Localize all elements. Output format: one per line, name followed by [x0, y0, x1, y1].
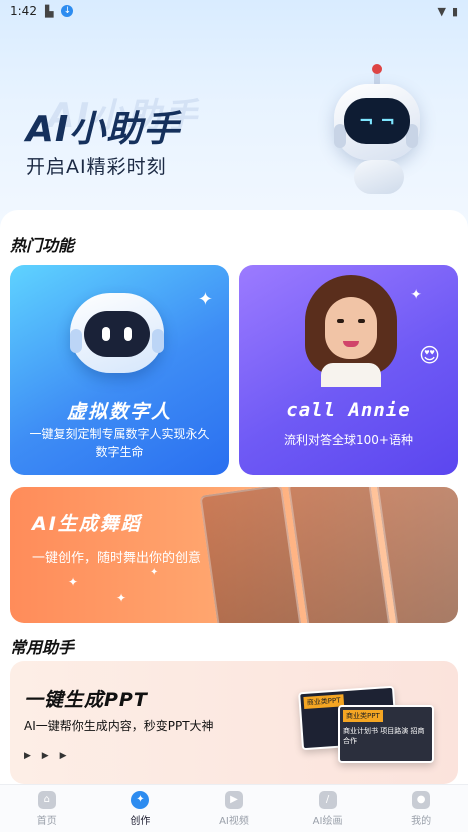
ppt-title: 一键生成PPT [24, 689, 148, 711]
hero-subtitle: 开启AI精彩时刻 [26, 156, 167, 178]
sparkle-icon: ✦ [410, 287, 422, 303]
hot-features-title: 热门功能 [10, 236, 75, 255]
dance-photo [287, 487, 393, 623]
download-icon: ↓ [61, 5, 74, 17]
nav-label: 我的 [411, 815, 432, 827]
video-icon: ▶ [224, 790, 243, 809]
sparkle-icon: ✦ [68, 575, 79, 589]
call-annie-card[interactable]: ✦ 😍 call Annie 流利对答全球100+语种 [239, 265, 458, 475]
robot-eye-left [102, 327, 110, 341]
sparkle-icon: ✦ [116, 591, 127, 605]
wifi-icon: ▼ [437, 4, 446, 18]
nav-label: AI视频 [219, 815, 249, 827]
virtual-human-card[interactable]: ✦ 虚拟数字人 一键复刻定制专属数字人实现永久数字生命 [10, 265, 229, 475]
main-content: 热门功能 ✦ 虚拟数字人 一键复刻定制专属数字人实现永久数字生命 ✦ 😍 cal… [0, 210, 468, 784]
robot-head: ¬ ¬ [334, 84, 420, 160]
annie-eyes [337, 319, 365, 323]
profile-icon: ● [412, 790, 431, 809]
annie-face [325, 297, 377, 359]
ai-dance-card[interactable]: AI生成舞蹈 一键创作，随时舞出你的创意 ✦ ✦ ✦ [10, 487, 458, 623]
play-arrows-icon: ▶ ▶ ▶ [24, 751, 71, 761]
ppt-generator-card[interactable]: 一键生成PPT AI一键帮你生成内容，秒变PPT大神 ▶ ▶ ▶ 商业类PPT … [10, 661, 458, 784]
nav-label: 创作 [130, 815, 151, 827]
battery-icon: ▮ [451, 4, 458, 18]
ai-dance-title: AI生成舞蹈 [32, 513, 142, 535]
mini-robot-ear-left [70, 329, 82, 353]
annie-avatar [305, 275, 397, 387]
dance-photo-strip [199, 487, 458, 623]
common-assistant-title: 常用助手 [10, 638, 75, 657]
call-annie-title: call Annie [286, 399, 411, 421]
nav-ai-video[interactable]: ▶ AI视频 [187, 785, 281, 832]
ppt-thumb-label: 商业类PPT [343, 710, 383, 722]
status-bar: 1:42 ▙ ↓ ▼ ▮ [0, 0, 468, 22]
nav-create[interactable]: ✦ 创作 [94, 785, 188, 832]
nav-ai-painting[interactable]: / AI绘画 [281, 785, 375, 832]
sd-card-icon: ▙ [44, 4, 54, 18]
annie-body [321, 363, 381, 387]
nav-profile[interactable]: ● 我的 [374, 785, 468, 832]
dance-photo [199, 487, 305, 623]
ppt-subtitle: AI一键帮你生成内容，秒变PPT大神 [24, 719, 214, 733]
robot-eye-right [124, 327, 132, 341]
mini-robot-ear-right [152, 329, 164, 353]
robot-face: ¬ ¬ [344, 98, 410, 144]
nav-label: 首页 [36, 815, 57, 827]
mini-robot-head [70, 293, 164, 373]
ppt-thumbnails: 商业类PPT 商业类PPT 商业计划书 项目路演 招商合作 [294, 675, 444, 771]
bottom-navigation: ⌂ 首页 ✦ 创作 ▶ AI视频 / AI绘画 ● 我的 [0, 784, 468, 832]
virtual-human-title: 虚拟数字人 [66, 401, 172, 423]
call-annie-desc: 流利对答全球100+语种 [284, 433, 413, 447]
ppt-thumb-caption: 商业计划书 项目路演 招商合作 [343, 727, 425, 745]
home-icon: ⌂ [37, 790, 56, 809]
virtual-human-desc: 一键复刻定制专属数字人实现永久数字生命 [29, 427, 210, 459]
sparkle-icon: ✦ [150, 567, 159, 578]
robot-eyes: ¬ ¬ [358, 110, 396, 132]
sparkle-icon: ✦ [197, 289, 213, 310]
brush-icon: / [318, 790, 337, 809]
heart-eyes-emoji-icon: 😍 [419, 343, 440, 367]
nav-home[interactable]: ⌂ 首页 [0, 785, 94, 832]
mini-robot-face [84, 311, 150, 357]
hero-title: AI小助手 [26, 109, 181, 150]
hero-banner: AI小助手 AI小助手 开启AI精彩时刻 ¬ ¬ [0, 0, 468, 230]
robot-mascot-icon: ¬ ¬ [324, 64, 434, 200]
ai-dance-subtitle: 一键创作，随时舞出你的创意 [32, 551, 202, 566]
status-time: 1:42 [10, 4, 37, 18]
digital-human-robot-icon [62, 283, 172, 383]
lightbulb-icon: ✦ [131, 790, 150, 809]
ppt-thumbnail: 商业类PPT 商业计划书 项目路演 招商合作 [338, 705, 434, 763]
dance-photo [375, 487, 458, 623]
robot-body [354, 160, 404, 194]
nav-label: AI绘画 [312, 815, 343, 827]
